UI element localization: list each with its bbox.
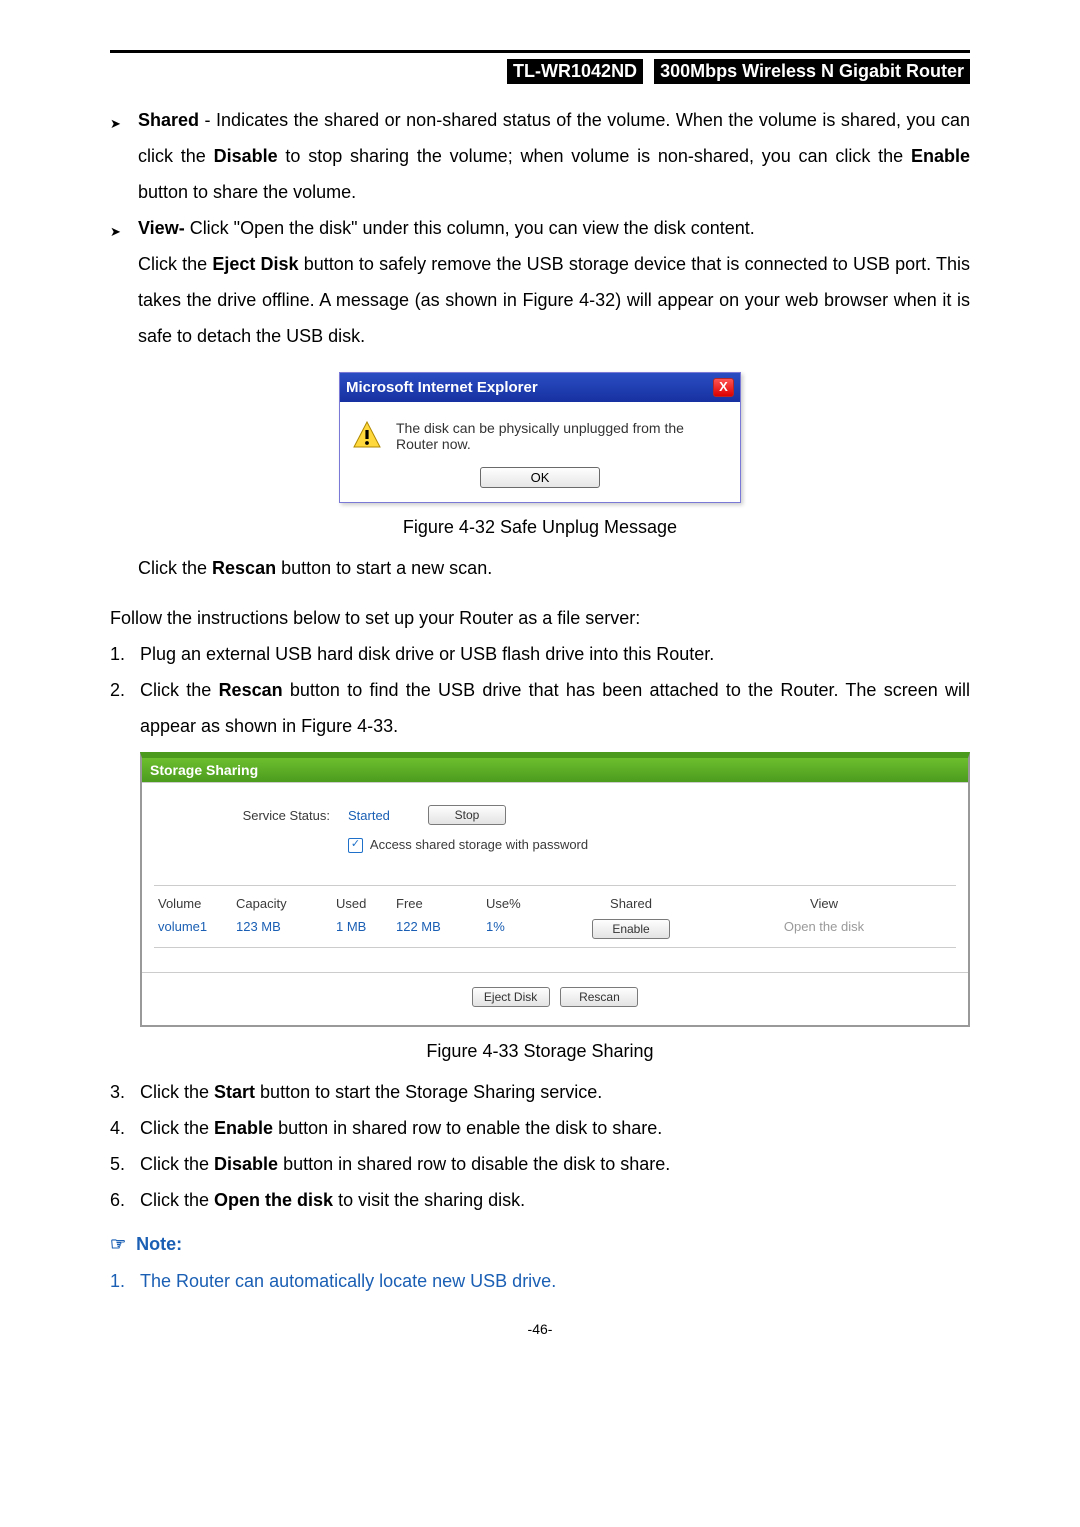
step-4-text: Click the Enable button in shared row to… (140, 1110, 970, 1146)
panel-footer: Eject Disk Rescan (142, 972, 968, 1025)
step-3-num: 3. (110, 1074, 140, 1110)
step-2-b: Rescan (219, 680, 283, 700)
password-checkbox-label: Access shared storage with password (370, 837, 588, 852)
dialog-titlebar: Microsoft Internet Explorer X (340, 373, 740, 402)
shared-disable: Disable (214, 146, 278, 166)
cell-capacity: 123 MB (236, 919, 336, 939)
step-2-num: 2. (110, 672, 140, 708)
note-label: Note: (136, 1234, 182, 1255)
col-free: Free (396, 896, 486, 911)
note-1-num: 1. (110, 1263, 140, 1299)
header-model: TL-WR1042ND (507, 59, 643, 84)
storage-sharing-panel: Storage Sharing Service Status: Started … (140, 752, 970, 1027)
service-status-label: Service Status: (200, 808, 348, 823)
page-number: -46- (110, 1321, 970, 1337)
step-2-text: Click the Rescan button to find the USB … (140, 672, 970, 744)
triangle-bullet-icon: ➤ (110, 210, 138, 245)
hand-point-icon: ☞ (110, 1234, 126, 1255)
cell-free: 122 MB (396, 919, 486, 939)
note-heading: ☞ Note: (110, 1234, 970, 1255)
enable-button[interactable]: Enable (592, 919, 670, 939)
shared-b: to stop sharing the volume; when volume … (278, 146, 911, 166)
close-icon[interactable]: X (713, 378, 734, 397)
cell-used: 1 MB (336, 919, 396, 939)
col-view: View (696, 896, 952, 911)
step-6: 6. Click the Open the disk to visit the … (110, 1182, 970, 1218)
eject-paragraph: Click the Eject Disk button to safely re… (138, 246, 970, 354)
col-capacity: Capacity (236, 896, 336, 911)
col-usep: Use% (486, 896, 566, 911)
col-shared: Shared (566, 896, 696, 911)
step-1: 1. Plug an external USB hard disk drive … (110, 636, 970, 672)
step-6-num: 6. (110, 1182, 140, 1218)
step-3-text: Click the Start button to start the Stor… (140, 1074, 970, 1110)
col-used: Used (336, 896, 396, 911)
unplug-dialog: Microsoft Internet Explorer X The disk c… (339, 372, 741, 503)
shared-sep: - (199, 110, 216, 130)
warning-icon (352, 420, 382, 453)
shared-enable: Enable (911, 146, 970, 166)
header-desc: 300Mbps Wireless N Gigabit Router (654, 59, 970, 84)
step-2: 2. Click the Rescan button to find the U… (110, 672, 970, 744)
cell-usep: 1% (486, 919, 566, 939)
panel-table: Volume Capacity Used Free Use% Shared Vi… (142, 871, 968, 972)
bullet-shared: ➤ Shared - Indicates the shared or non-s… (110, 102, 970, 210)
cell-volume[interactable]: volume1 (158, 919, 236, 939)
service-status-value: Started (348, 808, 428, 823)
eject-disk-button[interactable]: Eject Disk (472, 987, 550, 1007)
instructions-intro: Follow the instructions below to set up … (110, 600, 970, 636)
step-2-a: Click the (140, 680, 219, 700)
eject-b: Eject Disk (212, 254, 298, 274)
dialog-message: The disk can be physically unplugged fro… (396, 420, 728, 452)
figure-32-caption: Figure 4-32 Safe Unplug Message (110, 517, 970, 538)
triangle-bullet-icon: ➤ (110, 102, 138, 137)
step-5-num: 5. (110, 1146, 140, 1182)
panel-title: Storage Sharing (142, 758, 968, 782)
open-disk-link[interactable]: Open the disk (696, 919, 952, 939)
rescan-paragraph: Click the Rescan button to start a new s… (138, 550, 970, 586)
rescan-a: Click the (138, 558, 212, 578)
dialog-title-text: Microsoft Internet Explorer (346, 379, 538, 396)
cell-shared: Enable (566, 919, 696, 939)
step-1-text: Plug an external USB hard disk drive or … (140, 636, 970, 672)
page-header: TL-WR1042ND 300Mbps Wireless N Gigabit R… (110, 59, 970, 84)
rescan-c: button to start a new scan. (276, 558, 492, 578)
table-row: volume1 123 MB 1 MB 122 MB 1% Enable Ope… (154, 915, 956, 943)
step-6-text: Click the Open the disk to visit the sha… (140, 1182, 970, 1218)
bullet-shared-text: Shared - Indicates the shared or non-sha… (138, 102, 970, 210)
col-volume: Volume (158, 896, 236, 911)
bullet-view-text: View- Click "Open the disk" under this c… (138, 210, 970, 246)
step-4-num: 4. (110, 1110, 140, 1146)
step-4: 4. Click the Enable button in shared row… (110, 1110, 970, 1146)
figure-33-caption: Figure 4-33 Storage Sharing (110, 1041, 970, 1062)
header-rule (110, 50, 970, 53)
service-status-row: Service Status: Started Stop (200, 805, 952, 825)
step-5: 5. Click the Disable button in shared ro… (110, 1146, 970, 1182)
shared-title: Shared (138, 110, 199, 130)
note-1: 1. The Router can automatically locate n… (110, 1263, 970, 1299)
step-3: 3. Click the Start button to start the S… (110, 1074, 970, 1110)
shared-c: button to share the volume. (138, 182, 356, 202)
dialog-body: The disk can be physically unplugged fro… (340, 402, 740, 459)
step-1-num: 1. (110, 636, 140, 672)
ok-button[interactable]: OK (480, 467, 600, 488)
step-5-text: Click the Disable button in shared row t… (140, 1146, 970, 1182)
dialog-button-row: OK (340, 459, 740, 502)
rescan-button[interactable]: Rescan (560, 987, 638, 1007)
view-title: View- (138, 218, 185, 238)
table-header: Volume Capacity Used Free Use% Shared Vi… (154, 892, 956, 915)
bullet-view: ➤ View- Click "Open the disk" under this… (110, 210, 970, 246)
eject-a: Click the (138, 254, 212, 274)
note-1-text: The Router can automatically locate new … (140, 1263, 970, 1299)
view-rest: Click "Open the disk" under this column,… (185, 218, 755, 238)
password-checkbox-row: ✓ Access shared storage with password (348, 837, 952, 853)
checkbox-icon[interactable]: ✓ (348, 838, 363, 853)
rescan-b: Rescan (212, 558, 276, 578)
panel-service-section: Service Status: Started Stop ✓ Access sh… (142, 783, 968, 871)
stop-button[interactable]: Stop (428, 805, 506, 825)
